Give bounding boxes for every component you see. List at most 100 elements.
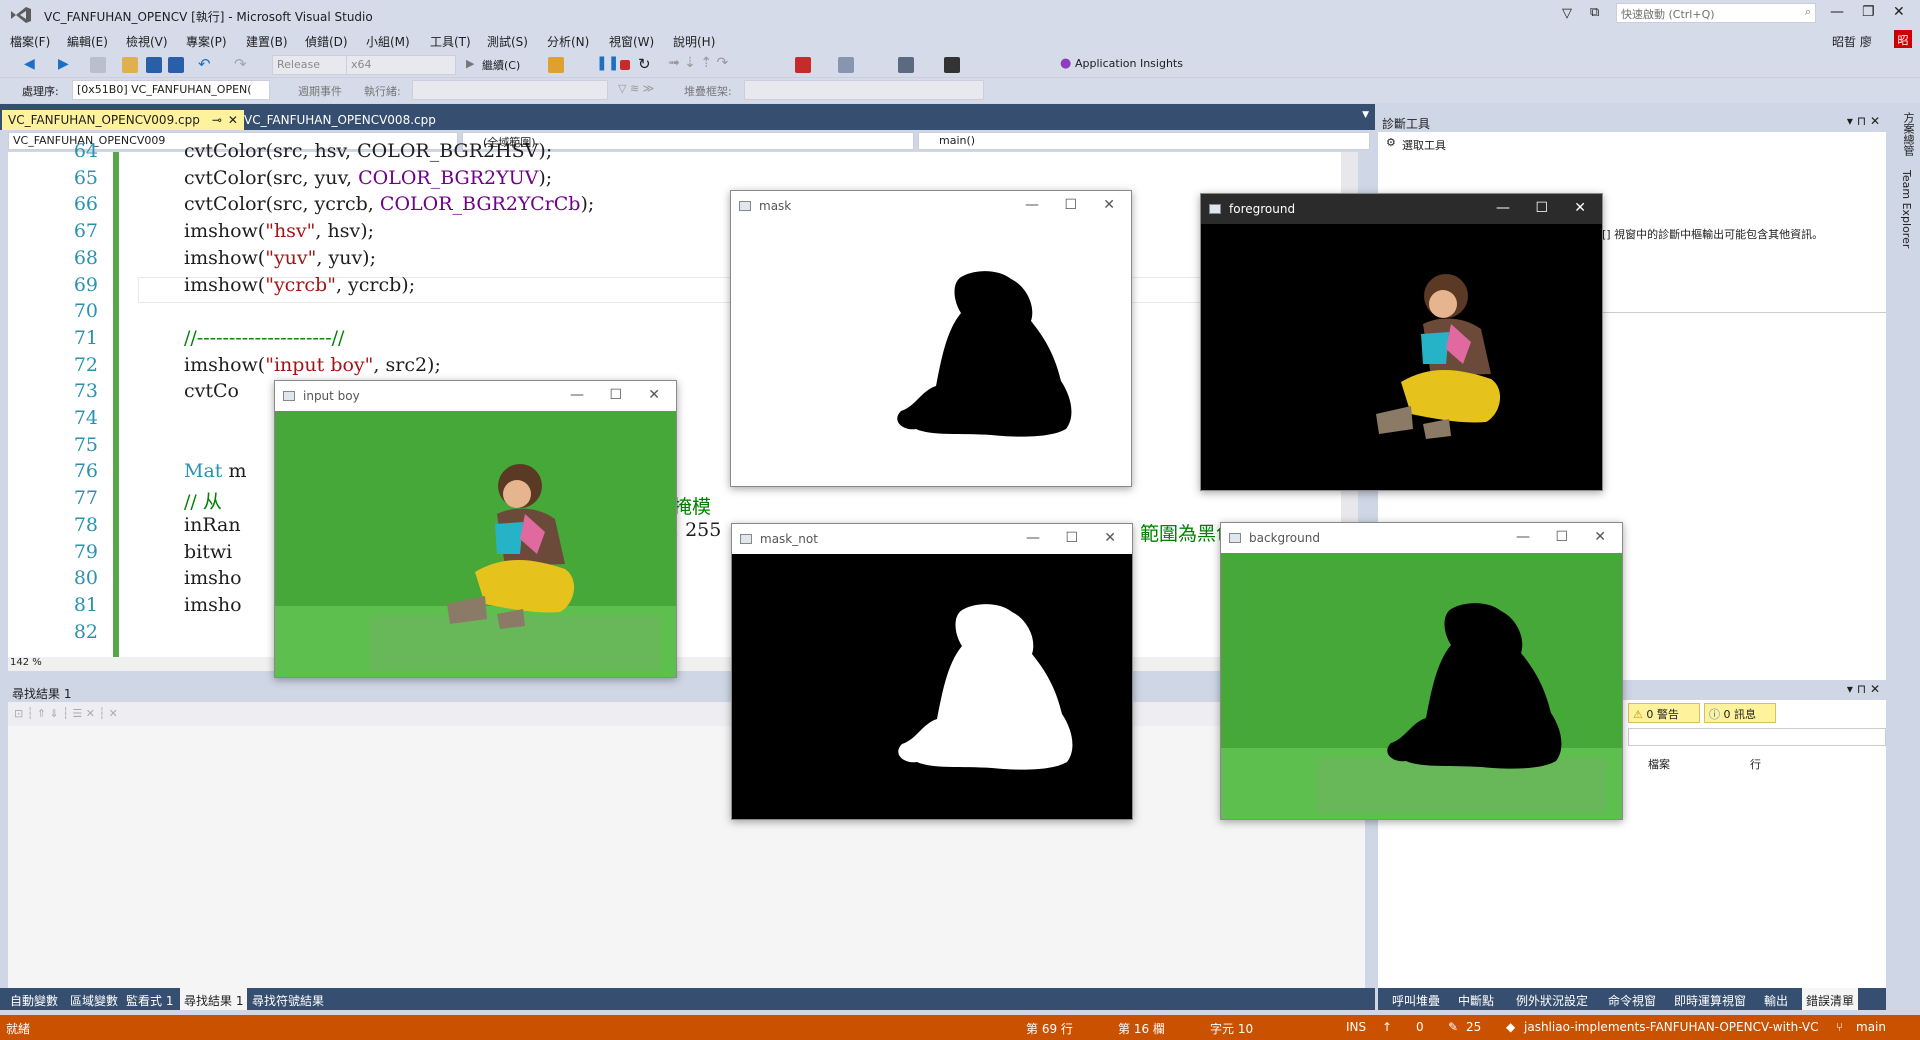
code-line[interactable]: //---------------------// (184, 327, 344, 349)
maximize-icon[interactable]: ☐ (1065, 530, 1078, 546)
close-button[interactable]: ✕ (1893, 4, 1905, 20)
tab-autos[interactable]: 自動變數 (10, 992, 58, 1009)
stack-frame-dropdown[interactable] (744, 80, 984, 100)
code-line[interactable]: imsho (184, 594, 242, 616)
code-editor[interactable]: 64 65 66 67 68 69 70 71 72 73 74 75 76 77 78 79 80 81 82 c… (8, 140, 1358, 657)
tab-close-icon[interactable]: ✕ (228, 113, 238, 127)
back-icon[interactable]: ◀ (24, 56, 35, 72)
tab-call-stack[interactable]: 呼叫堆疊 (1392, 992, 1440, 1009)
menu-tools[interactable]: 工具(T) (430, 33, 471, 50)
code-line[interactable]: imshow("yuv", yuv); (184, 247, 376, 269)
platform-dropdown[interactable]: x64 (346, 55, 456, 75)
function-dropdown[interactable]: main() (918, 132, 1370, 150)
minimize-icon[interactable]: — (1496, 200, 1510, 216)
user-name[interactable]: 昭晢 廖 (1832, 33, 1872, 50)
minimize-icon[interactable]: — (570, 387, 584, 403)
process-icon[interactable] (548, 57, 564, 73)
open-file-icon[interactable] (122, 57, 138, 73)
cv-window-background[interactable]: background — ☐ ✕ (1220, 522, 1623, 820)
code-line[interactable]: Mat m (184, 460, 246, 482)
menu-analyze[interactable]: 分析(N) (547, 33, 589, 50)
cv-titlebar[interactable]: mask_not — ☐ ✕ (732, 524, 1132, 554)
tab-immediate-window[interactable]: 即時運算視窗 (1674, 992, 1746, 1009)
tab-output[interactable]: 輸出 (1764, 992, 1788, 1009)
menu-build[interactable]: 建置(B) (246, 33, 288, 50)
config-dropdown[interactable]: Release (272, 55, 350, 75)
cv-window-foreground[interactable]: foreground — ☐ ✕ (1200, 193, 1603, 491)
code-line[interactable]: // 从 (184, 487, 222, 514)
select-tools-button[interactable]: 選取工具 (1402, 137, 1446, 153)
cv-titlebar[interactable]: input boy — ☐ ✕ (275, 381, 676, 411)
close-icon[interactable]: ✕ (1103, 197, 1115, 213)
tab-find-results-1[interactable]: 尋找結果 1 (180, 988, 248, 1010)
new-project-icon[interactable] (90, 57, 106, 73)
minimize-icon[interactable]: — (1026, 530, 1040, 546)
menu-test[interactable]: 測試(S) (487, 33, 528, 50)
status-edits[interactable]: 25 (1466, 1020, 1481, 1034)
feedback-icon[interactable]: ⧉ (1590, 5, 1599, 20)
thread-dropdown[interactable] (412, 80, 608, 100)
save-icon[interactable] (146, 57, 162, 73)
minimize-button[interactable]: — (1830, 4, 1844, 20)
code-line[interactable]: cvtColor(src, hsv, COLOR_BGR2HSV); (184, 140, 552, 162)
menu-team[interactable]: 小組(M) (366, 33, 410, 50)
close-icon[interactable]: ✕ (1594, 529, 1606, 545)
exception-icon[interactable] (795, 57, 811, 73)
minimize-icon[interactable]: — (1025, 197, 1039, 213)
maximize-icon[interactable]: ☐ (1535, 200, 1548, 216)
code-line[interactable]: imshow("ycrcb", ycrcb); (184, 274, 415, 296)
zoom-level[interactable]: 142 % (10, 657, 42, 668)
code-line[interactable]: cvtColor(src, ycrcb, COLOR_BGR2YCrCb); (184, 193, 594, 215)
tab-opencv009[interactable]: VC_FANFUHAN_OPENCV009.cpp ⊸ ✕ (2, 110, 244, 130)
forward-icon[interactable]: ▶ (58, 56, 69, 72)
tab-breakpoints[interactable]: 中斷點 (1458, 992, 1494, 1009)
cv-titlebar[interactable]: foreground — ☐ ✕ (1201, 194, 1602, 224)
solution-explorer-tab[interactable]: 方案總管 (1900, 112, 1916, 156)
restart-icon[interactable]: ↻ (638, 55, 651, 73)
maximize-icon[interactable]: ☐ (1064, 197, 1077, 213)
column-file[interactable]: 檔案 (1648, 756, 1670, 772)
tab-command-window[interactable]: 命令視窗 (1608, 992, 1656, 1009)
filter-thread-icon[interactable]: ▽ ≋ ≫ (618, 82, 654, 95)
code-line[interactable]: cvtColor(src, yuv, COLOR_BGR2YUV); (184, 167, 552, 189)
column-line[interactable]: 行 (1750, 756, 1761, 772)
thread-icon[interactable] (838, 57, 854, 73)
quick-launch-input[interactable]: 快速啟動 (Ctrl+Q) ⌕ (1616, 3, 1816, 23)
cv-window-mask-not[interactable]: mask_not — ☐ ✕ (731, 523, 1133, 820)
code-line[interactable]: imshow("input boy", src2); (184, 354, 441, 376)
cv-window-input-boy[interactable]: input boy — ☐ ✕ (274, 380, 677, 678)
messages-filter[interactable]: ⓘ 0 訊息 (1704, 703, 1776, 723)
panel-controls-icon[interactable]: ▾ ⊓ ✕ (1847, 114, 1880, 128)
tab-error-list[interactable]: 錯誤清單 (1802, 988, 1859, 1010)
team-explorer-tab[interactable]: Team Explorer (1900, 170, 1913, 248)
menu-window[interactable]: 視窗(W) (609, 33, 654, 50)
tab-opencv008[interactable]: VC_FANFUHAN_OPENCV008.cpp (238, 110, 442, 130)
user-avatar[interactable]: 昭 (1894, 30, 1912, 48)
maximize-icon[interactable]: ☐ (609, 387, 622, 403)
menu-project[interactable]: 專案(P) (186, 33, 227, 50)
tab-find-symbol-results[interactable]: 尋找符號結果 (252, 992, 324, 1009)
close-icon[interactable]: ✕ (1574, 200, 1586, 216)
code-line[interactable]: imsho (184, 567, 242, 589)
status-repo[interactable]: jashliao-implements-FANFUHAN-OPENCV-with… (1524, 1020, 1818, 1034)
menu-debug[interactable]: 偵錯(D) (305, 33, 348, 50)
warnings-filter[interactable]: ⚠ 0 警告 (1628, 703, 1700, 723)
maximize-icon[interactable]: ☐ (1555, 529, 1568, 545)
menu-edit[interactable]: 編輯(E) (67, 33, 108, 50)
close-icon[interactable]: ✕ (648, 387, 660, 403)
menu-help[interactable]: 說明(H) (673, 33, 715, 50)
tab-watch-1[interactable]: 監看式 1 (126, 992, 173, 1009)
close-icon[interactable]: ✕ (1104, 530, 1116, 546)
restore-button[interactable]: ❐ (1862, 4, 1875, 20)
tab-dropdown-icon[interactable]: ▼ (1362, 110, 1369, 120)
continue-icon[interactable]: ▶ (466, 57, 474, 70)
find-tools-icons[interactable]: ⊡ ┆ ⇑ ⇓ ┆ ☰ ✕ ┆ ✕ (14, 707, 118, 720)
minimize-icon[interactable]: — (1516, 529, 1530, 545)
lifecycle-button[interactable]: 週期事件 (298, 83, 342, 99)
process-dropdown[interactable]: [0x51B0] VC_FANFUHAN_OPEN( (72, 80, 270, 100)
step-icons[interactable]: ➟ ⇣ ⇡ ↷ (668, 55, 728, 71)
break-all-icon[interactable]: ❚❚ (596, 55, 619, 71)
code-line[interactable]: bitwi (184, 541, 232, 563)
menu-file[interactable]: 檔案(F) (10, 33, 50, 50)
tab-locals[interactable]: 區域變數 (70, 992, 118, 1009)
